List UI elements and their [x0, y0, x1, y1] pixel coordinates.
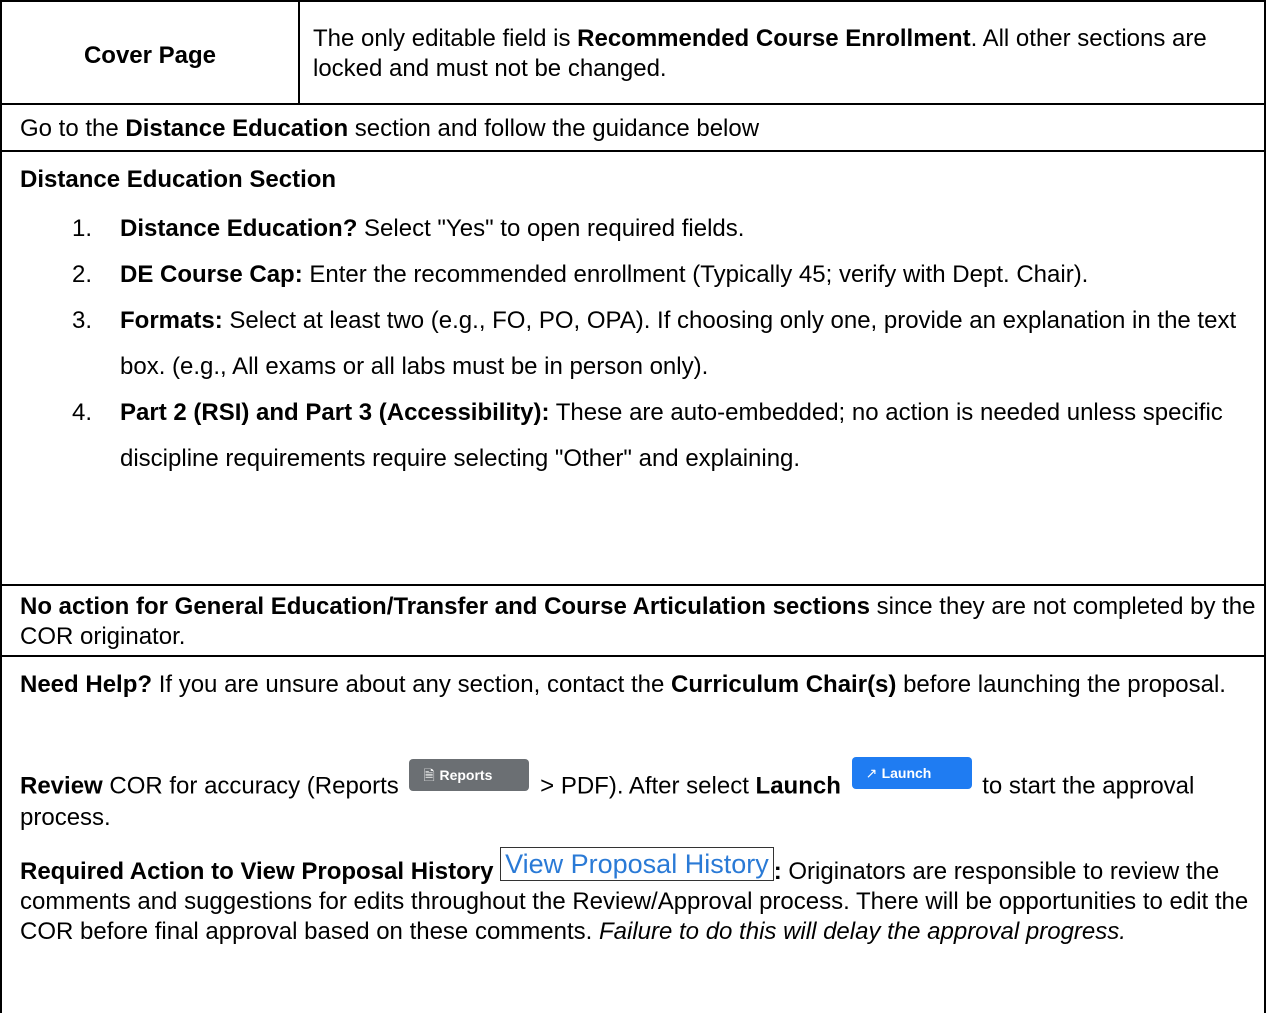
review-text: Review COR for accuracy (Reports 🗎 Report…: [20, 757, 1260, 833]
proposal-history-text: Required Action to View Proposal History…: [20, 847, 1249, 945]
distance-education-row: Distance Education Section 1. Distance Ed…: [2, 150, 1264, 584]
need-help-text: Need Help? If you are unsure about any s…: [20, 671, 1226, 698]
arrow-up-right-icon: ↗: [865, 765, 878, 781]
guidance-table: Cover Page The only editable field is Re…: [0, 0, 1266, 1013]
reports-button[interactable]: 🗎 Reports: [409, 759, 530, 791]
view-proposal-history-button[interactable]: View Proposal History: [500, 847, 774, 881]
go-to-section-row: Go to the Distance Education section and…: [2, 103, 1264, 151]
cover-page-label-cell: Cover Page: [2, 2, 300, 105]
general-education-row: No action for General Education/Transfer…: [2, 584, 1264, 657]
launch-button[interactable]: ↗ Launch: [851, 757, 972, 789]
document-icon: 🗎: [423, 767, 435, 783]
list-item: 3. Formats: Select at least two (e.g., FO…: [72, 307, 1237, 380]
cover-page-label: Cover Page: [83, 42, 217, 69]
list-item: 2. DE Course Cap: Enter the recommended e…: [72, 261, 1089, 288]
help-row: Need Help? If you are unsure about any s…: [2, 655, 1264, 1015]
list-item: 4. Part 2 (RSI) and Part 3 (Accessibility…: [72, 399, 1223, 472]
distance-education-title: Distance Education Section: [20, 166, 337, 193]
list-item: 1. Distance Education? Select "Yes" to op…: [72, 215, 745, 242]
distance-education-steps: 1. Distance Education? Select "Yes" to op…: [2, 206, 1252, 482]
cover-page-row: Cover Page The only editable field is Re…: [2, 0, 1264, 105]
go-to-section-text: Go to the Distance Education section and…: [20, 115, 760, 142]
general-education-text: No action for General Education/Transfer…: [20, 593, 1256, 650]
cover-page-description: The only editable field is Recommended C…: [313, 25, 1207, 82]
